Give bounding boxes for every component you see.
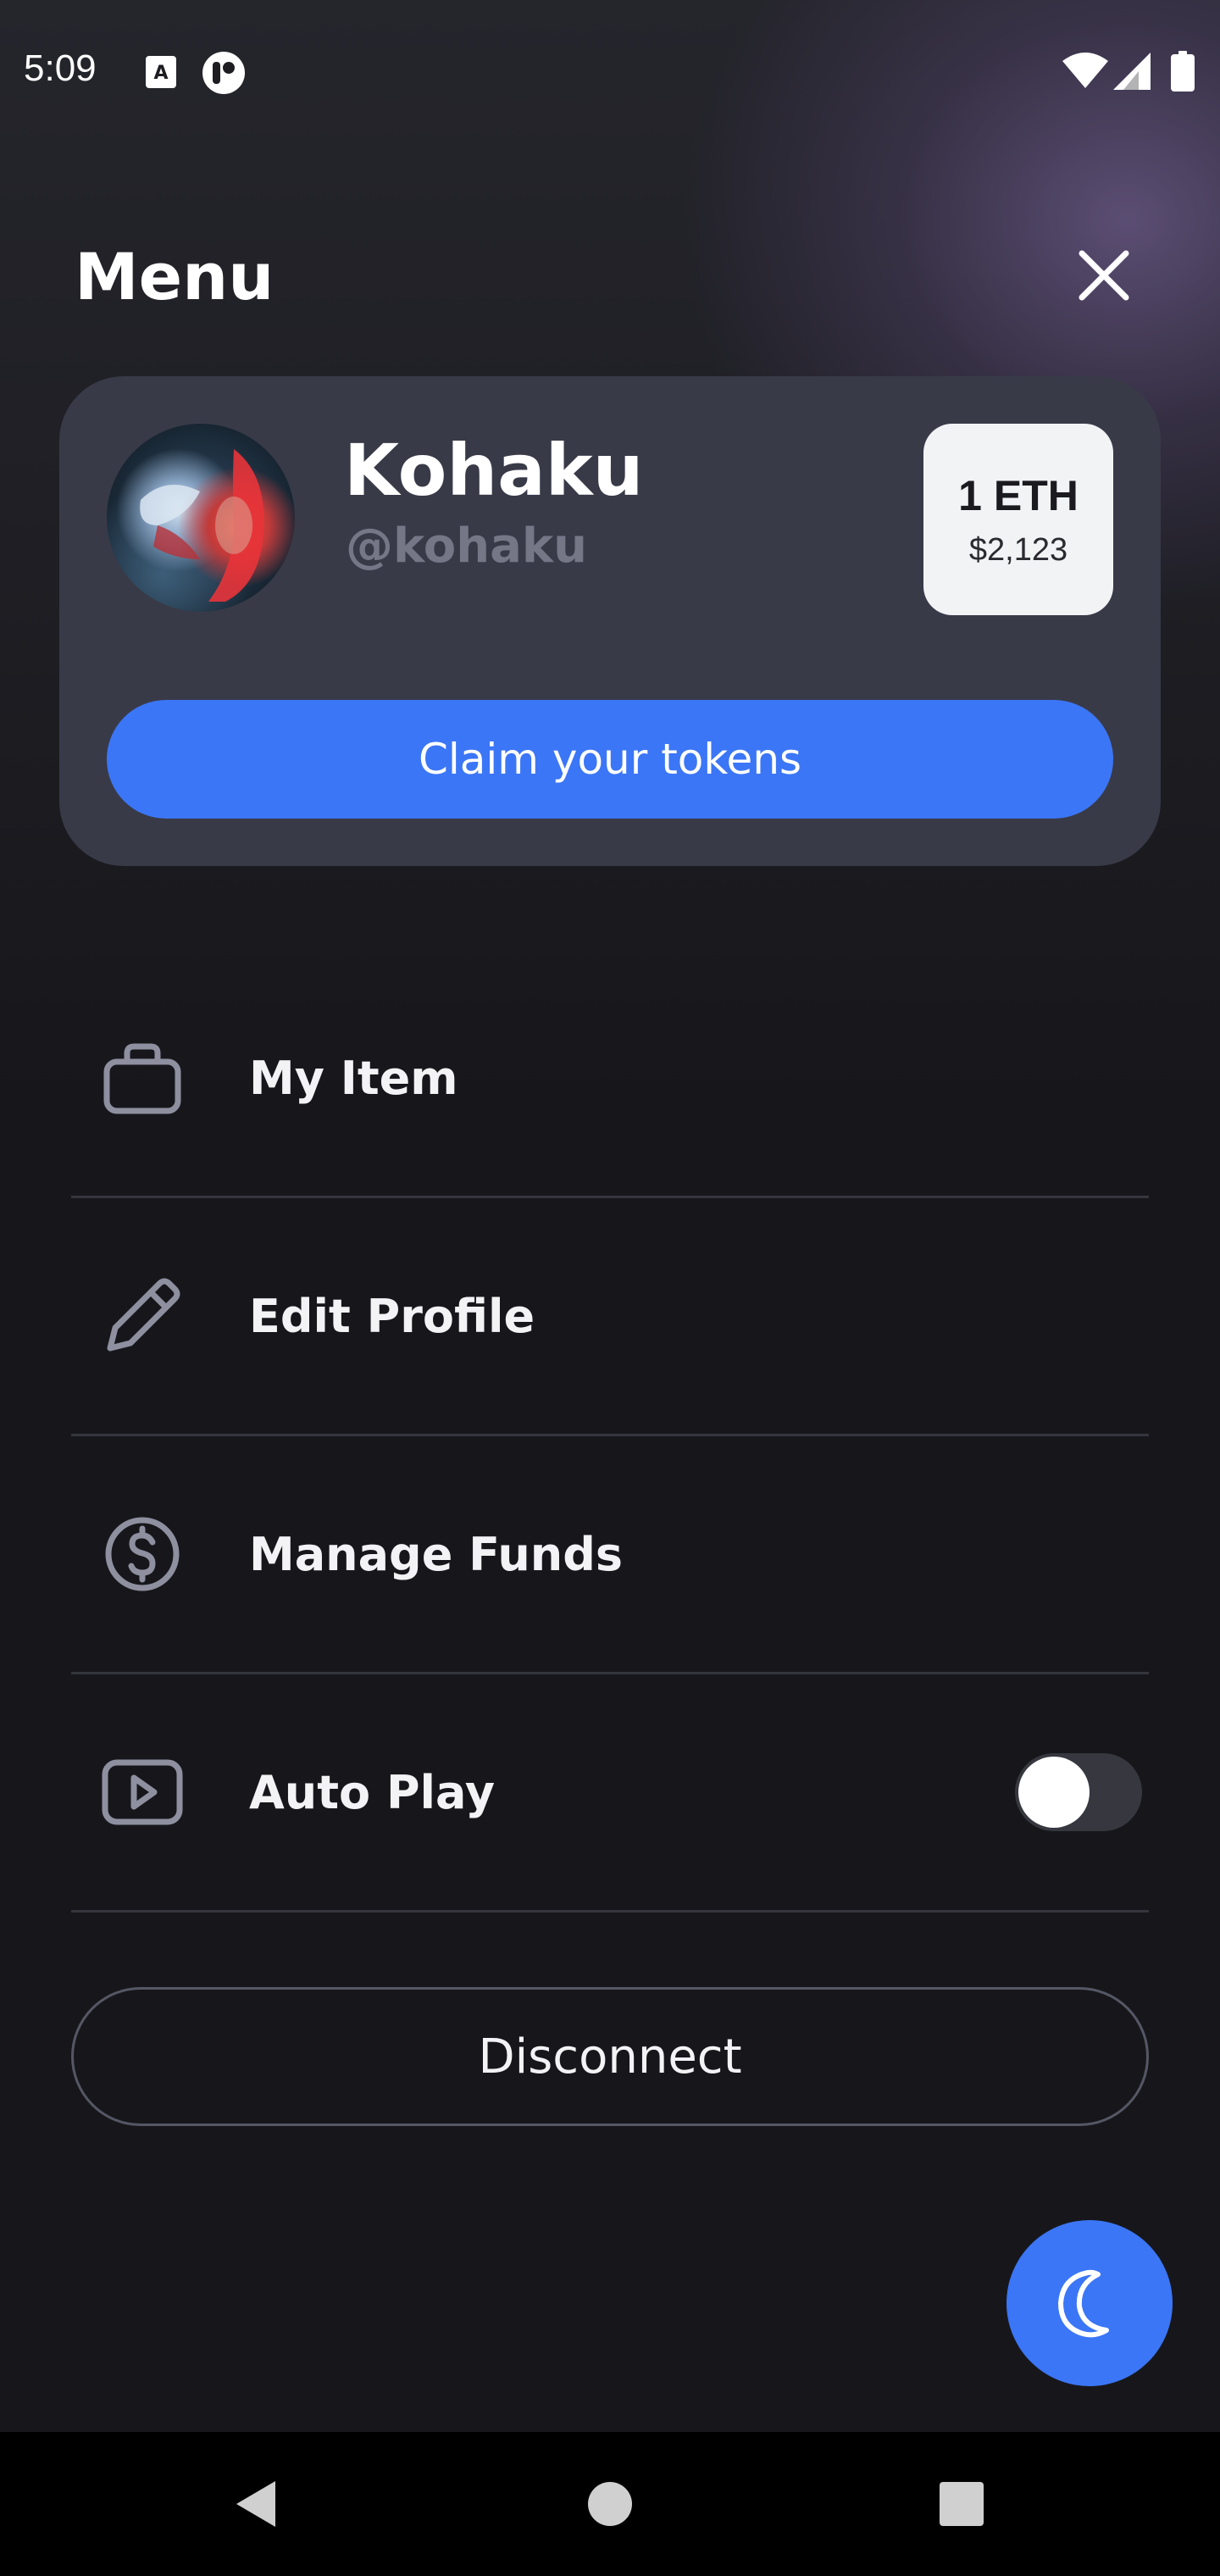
wifi-icon (1062, 53, 1108, 92)
balance-box[interactable]: 1 ETH $2,123 (923, 424, 1113, 615)
close-button[interactable] (1074, 246, 1134, 305)
menu-item-my-item[interactable]: My Item (71, 960, 1149, 1198)
auto-play-toggle[interactable] (1015, 1753, 1142, 1831)
notification-a-icon: A (146, 56, 176, 92)
home-icon (588, 2482, 632, 2526)
pencil-icon (98, 1272, 186, 1360)
back-button[interactable] (217, 2466, 293, 2542)
recents-icon (940, 2482, 984, 2526)
menu-item-label: Auto Play (249, 1765, 496, 1819)
home-button[interactable] (572, 2466, 648, 2542)
close-icon (1079, 250, 1129, 301)
app-notification-icon (202, 51, 246, 98)
dollar-circle-icon (98, 1510, 186, 1598)
claim-tokens-button[interactable]: Claim your tokens (107, 700, 1113, 819)
status-time: 5:09 (24, 47, 97, 89)
svg-text:A: A (153, 63, 168, 84)
disconnect-button[interactable]: Disconnect (71, 1987, 1149, 2126)
menu-item-label: Edit Profile (249, 1289, 535, 1343)
recents-button[interactable] (923, 2466, 1000, 2542)
briefcase-icon (98, 1034, 186, 1122)
menu-item-edit-profile[interactable]: Edit Profile (71, 1198, 1149, 1436)
page-title: Menu (75, 239, 274, 314)
balance-amount: 1 ETH (958, 471, 1079, 519)
menu-item-auto-play: Auto Play (71, 1674, 1149, 1913)
system-nav-bar (0, 2432, 1220, 2576)
avatar[interactable] (107, 424, 295, 612)
avatar-image (140, 449, 264, 602)
profile-card: Kohaku @kohaku 1 ETH $2,123 Claim your t… (59, 376, 1161, 866)
theme-toggle-button[interactable] (1006, 2220, 1173, 2386)
menu-item-label: Manage Funds (249, 1527, 624, 1581)
back-icon (236, 2481, 275, 2527)
battery-icon (1171, 51, 1195, 95)
signal-icon (1113, 53, 1151, 93)
toggle-knob (1018, 1757, 1090, 1828)
play-icon (98, 1748, 186, 1836)
balance-usd: $2,123 (968, 531, 1068, 568)
moon-icon (1058, 2269, 1109, 2338)
menu-list: My Item Edit Profile Manage Funds Auto P… (71, 960, 1149, 1913)
status-bar: 5:09 A (0, 0, 1220, 144)
menu-item-label: My Item (249, 1051, 458, 1105)
profile-handle: @kohaku (346, 519, 587, 574)
menu-item-manage-funds[interactable]: Manage Funds (71, 1436, 1149, 1674)
profile-name: Kohaku (344, 429, 644, 512)
